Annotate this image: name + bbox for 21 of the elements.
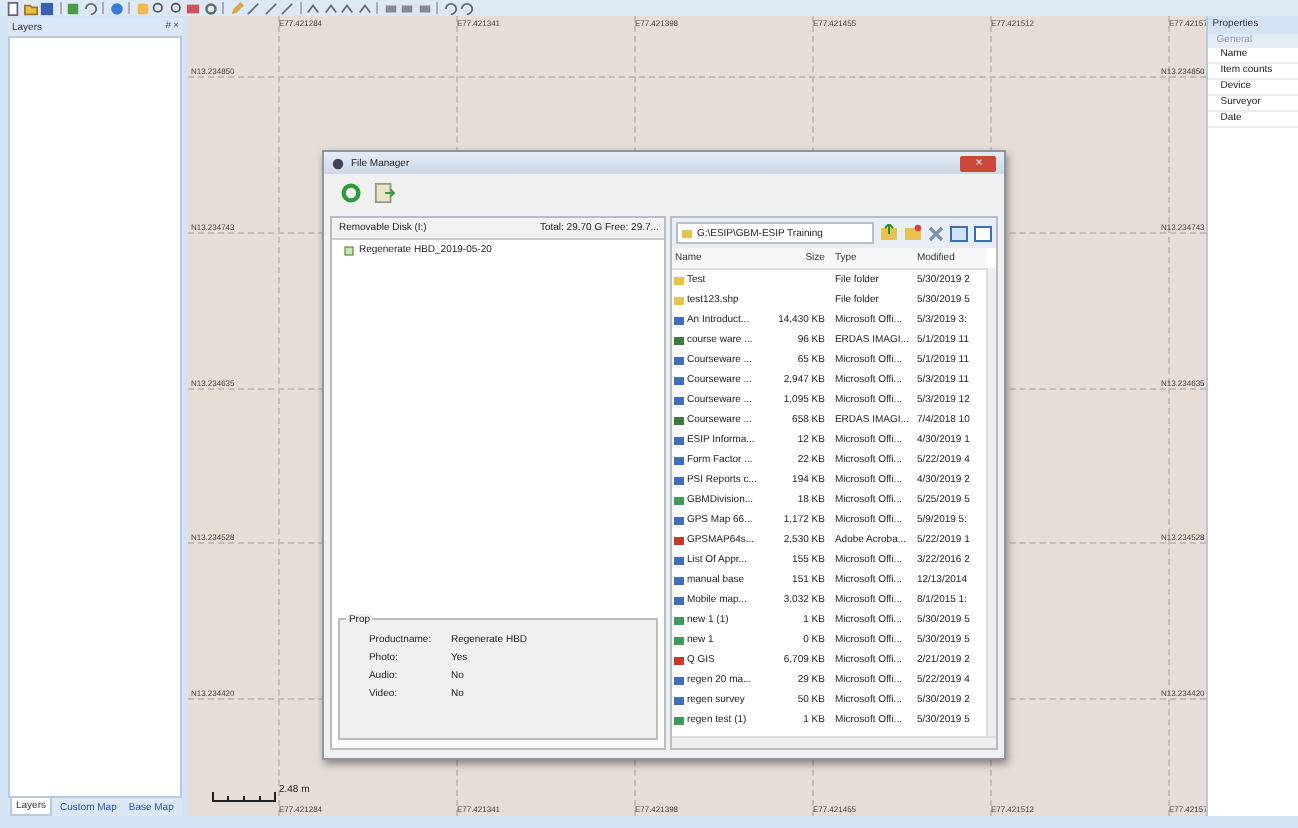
scrollbar[interactable] — [672, 736, 997, 748]
undo-icon[interactable] — [443, 1, 457, 15]
line-icon[interactable] — [280, 1, 294, 15]
app-icon — [332, 157, 345, 169]
new-icon[interactable] — [6, 1, 20, 15]
line-icon[interactable] — [246, 1, 260, 15]
undo-icon[interactable] — [83, 1, 97, 15]
scrollbar[interactable] — [986, 268, 997, 736]
folder-up-icon[interactable] — [880, 224, 899, 242]
map-canvas[interactable] — [188, 16, 1207, 816]
refresh-icon[interactable] — [340, 182, 363, 204]
redo-icon[interactable] — [460, 1, 474, 15]
line-icon[interactable] — [263, 1, 277, 15]
list-view-icon[interactable] — [974, 225, 993, 241]
details-view-icon[interactable] — [950, 225, 969, 241]
new-folder-icon[interactable] — [904, 224, 923, 242]
delete-icon[interactable] — [928, 225, 945, 241]
file-icon — [344, 245, 355, 255]
export-icon[interactable] — [374, 182, 397, 204]
scale-bar — [212, 792, 277, 802]
folder-icon — [682, 228, 693, 238]
